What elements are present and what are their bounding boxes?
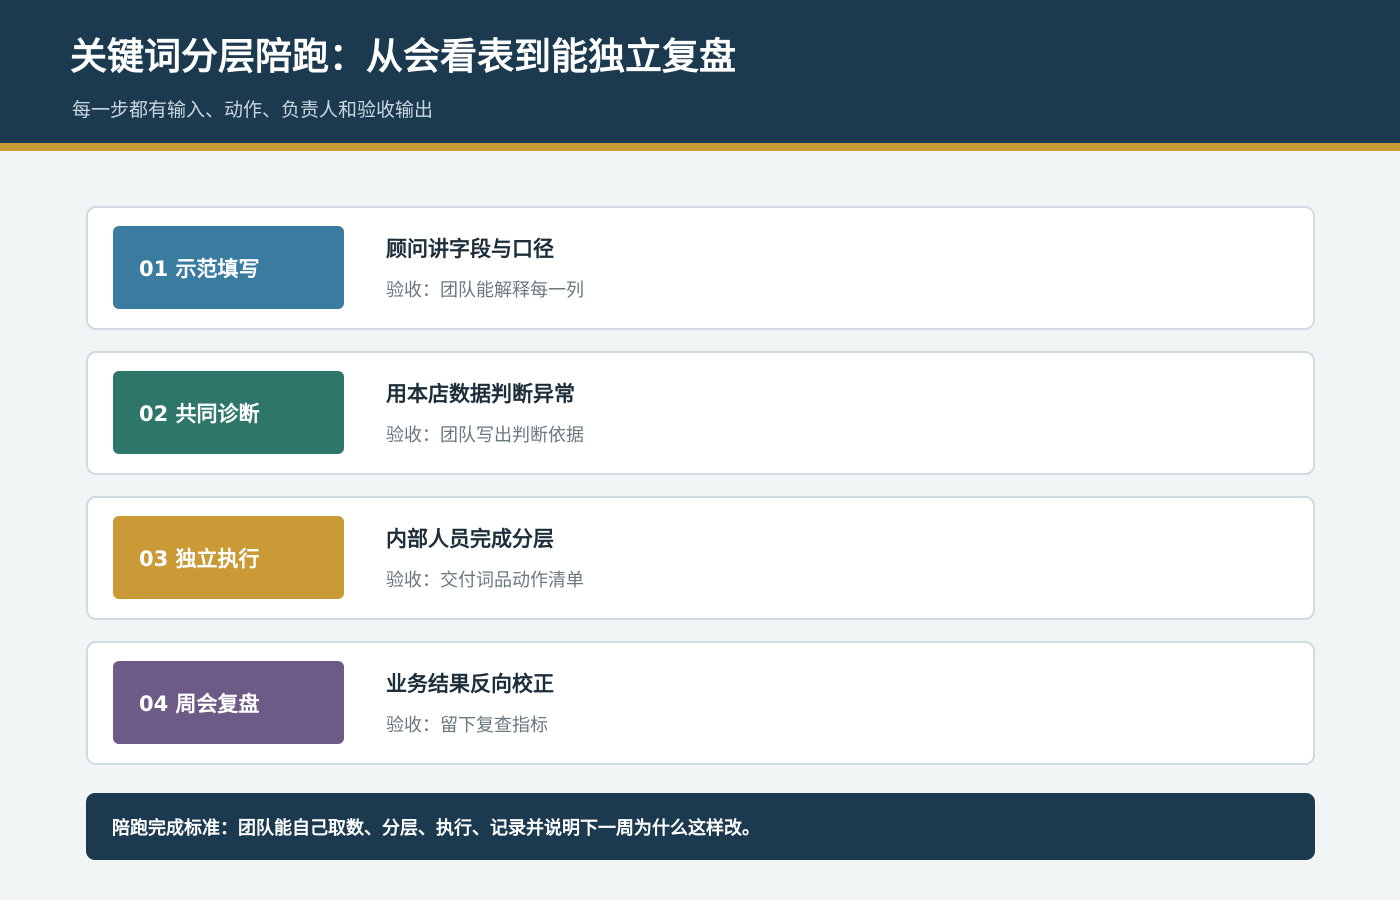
header-accent-stripe [0,143,1400,151]
step-badge: 01 示范填写 [113,226,344,309]
step-card-1: 01 示范填写 顾问讲字段与口径 验收：团队能解释每一列 [86,206,1315,330]
step-title: 顾问讲字段与口径 [386,237,554,261]
step-card-4: 04 周会复盘 业务结果反向校正 验收：留下复查指标 [86,641,1315,765]
step-title: 用本店数据判断异常 [386,382,575,406]
page-subtitle: 每一步都有输入、动作、负责人和验收输出 [72,99,434,121]
step-acceptance: 验收：留下复查指标 [386,715,548,736]
step-badge: 04 周会复盘 [113,661,344,744]
step-title: 内部人员完成分层 [386,527,554,551]
completion-standard-text: 陪跑完成标准：团队能自己取数、分层、执行、记录并说明下一周为什么这样改。 [112,817,760,839]
step-acceptance: 验收：团队写出判断依据 [386,425,584,446]
step-card-3: 03 独立执行 内部人员完成分层 验收：交付词品动作清单 [86,496,1315,620]
step-badge: 02 共同诊断 [113,371,344,454]
page-title: 关键词分层陪跑：从会看表到能独立复盘 [70,35,736,78]
step-card-2: 02 共同诊断 用本店数据判断异常 验收：团队写出判断依据 [86,351,1315,475]
page-header: 关键词分层陪跑：从会看表到能独立复盘 每一步都有输入、动作、负责人和验收输出 [0,0,1400,143]
step-badge: 03 独立执行 [113,516,344,599]
completion-standard-banner: 陪跑完成标准：团队能自己取数、分层、执行、记录并说明下一周为什么这样改。 [86,793,1315,860]
step-acceptance: 验收：交付词品动作清单 [386,570,584,591]
step-title: 业务结果反向校正 [386,672,554,696]
step-acceptance: 验收：团队能解释每一列 [386,280,584,301]
